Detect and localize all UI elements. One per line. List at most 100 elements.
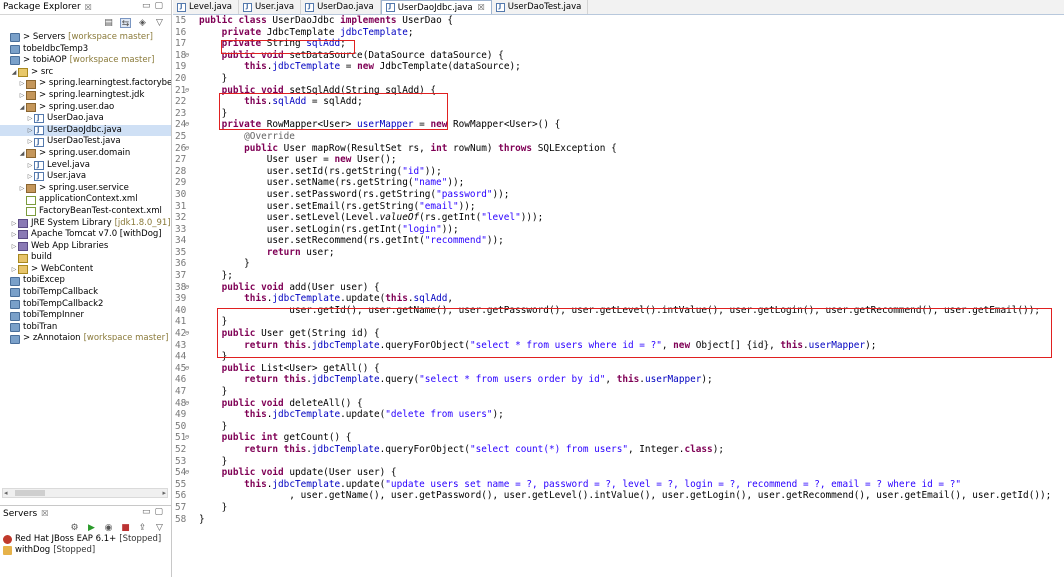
- expand-toggle-icon[interactable]: ◢: [18, 148, 26, 160]
- tree-item[interactable]: build: [0, 252, 171, 264]
- code-line[interactable]: 35 return user;: [173, 247, 1064, 259]
- view-menu-icon[interactable]: ▽: [154, 18, 165, 28]
- code-line[interactable]: 49 this.jdbcTemplate.update("delete from…: [173, 409, 1064, 421]
- code-line[interactable]: 46 return this.jdbcTemplate.query("selec…: [173, 374, 1064, 386]
- server-item[interactable]: Red Hat JBoss EAP 6.1+ [Stopped]: [0, 534, 171, 545]
- code-line[interactable]: 50 }: [173, 421, 1064, 433]
- expand-toggle-icon[interactable]: ▷: [26, 171, 34, 183]
- expand-toggle-icon[interactable]: ▷: [26, 125, 34, 137]
- code-line[interactable]: 57 }: [173, 502, 1064, 514]
- code-line[interactable]: 47 }: [173, 386, 1064, 398]
- server-debug-icon[interactable]: ⚙: [69, 523, 80, 533]
- servers-minmax-icons[interactable]: ▭▢: [142, 507, 167, 517]
- code-line[interactable]: 44 }: [173, 351, 1064, 363]
- servers-close-icon[interactable]: ☒: [41, 509, 48, 518]
- tree-horizontal-scrollbar[interactable]: ◂ ▸: [2, 488, 168, 498]
- expand-toggle-icon[interactable]: ◢: [18, 102, 26, 114]
- tree-item[interactable]: ◢ > spring.user.domain: [0, 148, 171, 160]
- tree-item[interactable]: tobiTempCallback2: [0, 299, 171, 311]
- code-line[interactable]: 28 user.setId(rs.getString("id"));: [173, 166, 1064, 178]
- code-line[interactable]: 16 private JdbcTemplate jdbcTemplate;: [173, 27, 1064, 39]
- expand-toggle-icon[interactable]: ▷: [10, 218, 18, 230]
- scrollbar-thumb[interactable]: [15, 490, 45, 496]
- code-line[interactable]: 56 , user.getName(), user.getPassword(),…: [173, 490, 1064, 502]
- code-line[interactable]: 26 public User mapRow(ResultSet rs, int …: [173, 143, 1064, 155]
- tree-item[interactable]: ▷ Apache Tomcat v7.0 [withDog]: [0, 229, 171, 241]
- server-stop-icon[interactable]: ■: [120, 523, 131, 533]
- expand-toggle-icon[interactable]: ▷: [18, 183, 26, 195]
- tree-item[interactable]: tobiTempCallback: [0, 287, 171, 299]
- code-line[interactable]: 55 this.jdbcTemplate.update("update user…: [173, 479, 1064, 491]
- code-line[interactable]: 27 User user = new User();: [173, 154, 1064, 166]
- tree-item[interactable]: ▷ > spring.user.service: [0, 183, 171, 195]
- code-line[interactable]: 52 return this.jdbcTemplate.queryForObje…: [173, 444, 1064, 456]
- code-line[interactable]: 51 public int getCount() {: [173, 432, 1064, 444]
- code-line[interactable]: 18 public void setDataSource(DataSource …: [173, 50, 1064, 62]
- tree-item[interactable]: applicationContext.xml: [0, 194, 171, 206]
- code-line[interactable]: 15 public class UserDaoJdbc implements Us…: [173, 15, 1064, 27]
- code-line[interactable]: 29 user.setName(rs.getString("name"));: [173, 177, 1064, 189]
- tree-item[interactable]: ▷ JRE System Library [jdk1.8.0_91]: [0, 218, 171, 230]
- code-line[interactable]: 58}: [173, 514, 1064, 526]
- tree-item[interactable]: ▷ Level.java: [0, 160, 171, 172]
- code-line[interactable]: 54 public void update(User user) {: [173, 467, 1064, 479]
- code-line[interactable]: 33 user.setLogin(rs.getInt("login"));: [173, 224, 1064, 236]
- tree-item[interactable]: ◢ > spring.user.dao: [0, 102, 171, 114]
- tree-item[interactable]: ▷ Web App Libraries: [0, 241, 171, 253]
- code-line[interactable]: 53 }: [173, 456, 1064, 468]
- tree-item[interactable]: tobiExcep: [0, 275, 171, 287]
- expand-toggle-icon[interactable]: ▷: [26, 113, 34, 125]
- editor-tab[interactable]: Level.java: [173, 0, 239, 14]
- servers-view-menu-icon[interactable]: ▽: [154, 523, 165, 533]
- tree-item[interactable]: > Servers [workspace master]: [0, 32, 171, 44]
- code-line[interactable]: 41 }: [173, 316, 1064, 328]
- server-publish-icon[interactable]: ⇪: [137, 523, 148, 533]
- link-with-editor-icon[interactable]: ⇆: [120, 18, 131, 29]
- tree-item[interactable]: ◢ > src: [0, 67, 171, 79]
- expand-toggle-icon[interactable]: ◢: [10, 67, 18, 79]
- code-line[interactable]: 34 user.setRecommend(rs.getInt("recommen…: [173, 235, 1064, 247]
- tree-item[interactable]: tobiTran: [0, 322, 171, 334]
- expand-toggle-icon[interactable]: ▷: [18, 78, 26, 90]
- tree-item[interactable]: tobeIdbcTemp3: [0, 44, 171, 56]
- code-line[interactable]: 39 this.jdbcTemplate.update(this.sqlAdd,: [173, 293, 1064, 305]
- code-line[interactable]: 30 user.setPassword(rs.getString("passwo…: [173, 189, 1064, 201]
- tree-item[interactable]: ▷ > spring.learningtest.jdk: [0, 90, 171, 102]
- expand-toggle-icon[interactable]: ▷: [18, 90, 26, 102]
- code-line[interactable]: 32 user.setLevel(Level.valueOf(rs.getInt…: [173, 212, 1064, 224]
- view-minmax-icons[interactable]: ▭▢: [142, 1, 167, 11]
- code-line[interactable]: 22 this.sqlAdd = sqlAdd;: [173, 96, 1064, 108]
- scroll-left-icon[interactable]: ◂: [4, 489, 8, 497]
- tree-item[interactable]: FactoryBeanTest-context.xml: [0, 206, 171, 218]
- package-explorer-title[interactable]: Package Explorer: [3, 2, 81, 12]
- code-line[interactable]: 42 public User get(String id) {: [173, 328, 1064, 340]
- code-line[interactable]: 25 @Override: [173, 131, 1064, 143]
- editor-tab[interactable]: User.java: [239, 0, 302, 14]
- editor-tab[interactable]: UserDaoTest.java: [492, 0, 589, 14]
- tree-item[interactable]: > zAnnotaion [workspace master]: [0, 333, 171, 345]
- expand-toggle-icon[interactable]: ▷: [10, 229, 18, 241]
- collapse-all-icon[interactable]: ▤: [103, 18, 114, 28]
- code-editor[interactable]: 15 public class UserDaoJdbc implements Us…: [173, 15, 1064, 577]
- code-line[interactable]: 45 public List<User> getAll() {: [173, 363, 1064, 375]
- tree-item[interactable]: ▷ UserDao.java: [0, 113, 171, 125]
- tree-item[interactable]: > tobiAOP [workspace master]: [0, 55, 171, 67]
- code-line[interactable]: 37 };: [173, 270, 1064, 282]
- expand-toggle-icon[interactable]: ▷: [10, 241, 18, 253]
- code-line[interactable]: 21 public void setSqlAdd(String sqlAdd) …: [173, 85, 1064, 97]
- tree-item[interactable]: ▷ > spring.learningtest.factorybean: [0, 78, 171, 90]
- tab-close-icon[interactable]: ☒: [478, 3, 485, 12]
- code-line[interactable]: 24 private RowMapper<User> userMapper = …: [173, 119, 1064, 131]
- servers-title[interactable]: Servers: [3, 509, 37, 519]
- code-line[interactable]: 20 }: [173, 73, 1064, 85]
- code-line[interactable]: 19 this.jdbcTemplate = new JdbcTemplate(…: [173, 61, 1064, 73]
- editor-tab[interactable]: UserDao.java: [301, 0, 381, 14]
- code-line[interactable]: 31 user.setEmail(rs.getString("email"));: [173, 201, 1064, 213]
- tree-item[interactable]: ▷ UserDaoTest.java: [0, 136, 171, 148]
- expand-toggle-icon[interactable]: ▷: [26, 136, 34, 148]
- package-explorer-close-icon[interactable]: ☒: [85, 3, 92, 12]
- expand-toggle-icon[interactable]: ▷: [10, 264, 18, 276]
- code-line[interactable]: 38 public void add(User user) {: [173, 282, 1064, 294]
- tree-item[interactable]: ▷ > WebContent: [0, 264, 171, 276]
- code-line[interactable]: 43 return this.jdbcTemplate.queryForObje…: [173, 340, 1064, 352]
